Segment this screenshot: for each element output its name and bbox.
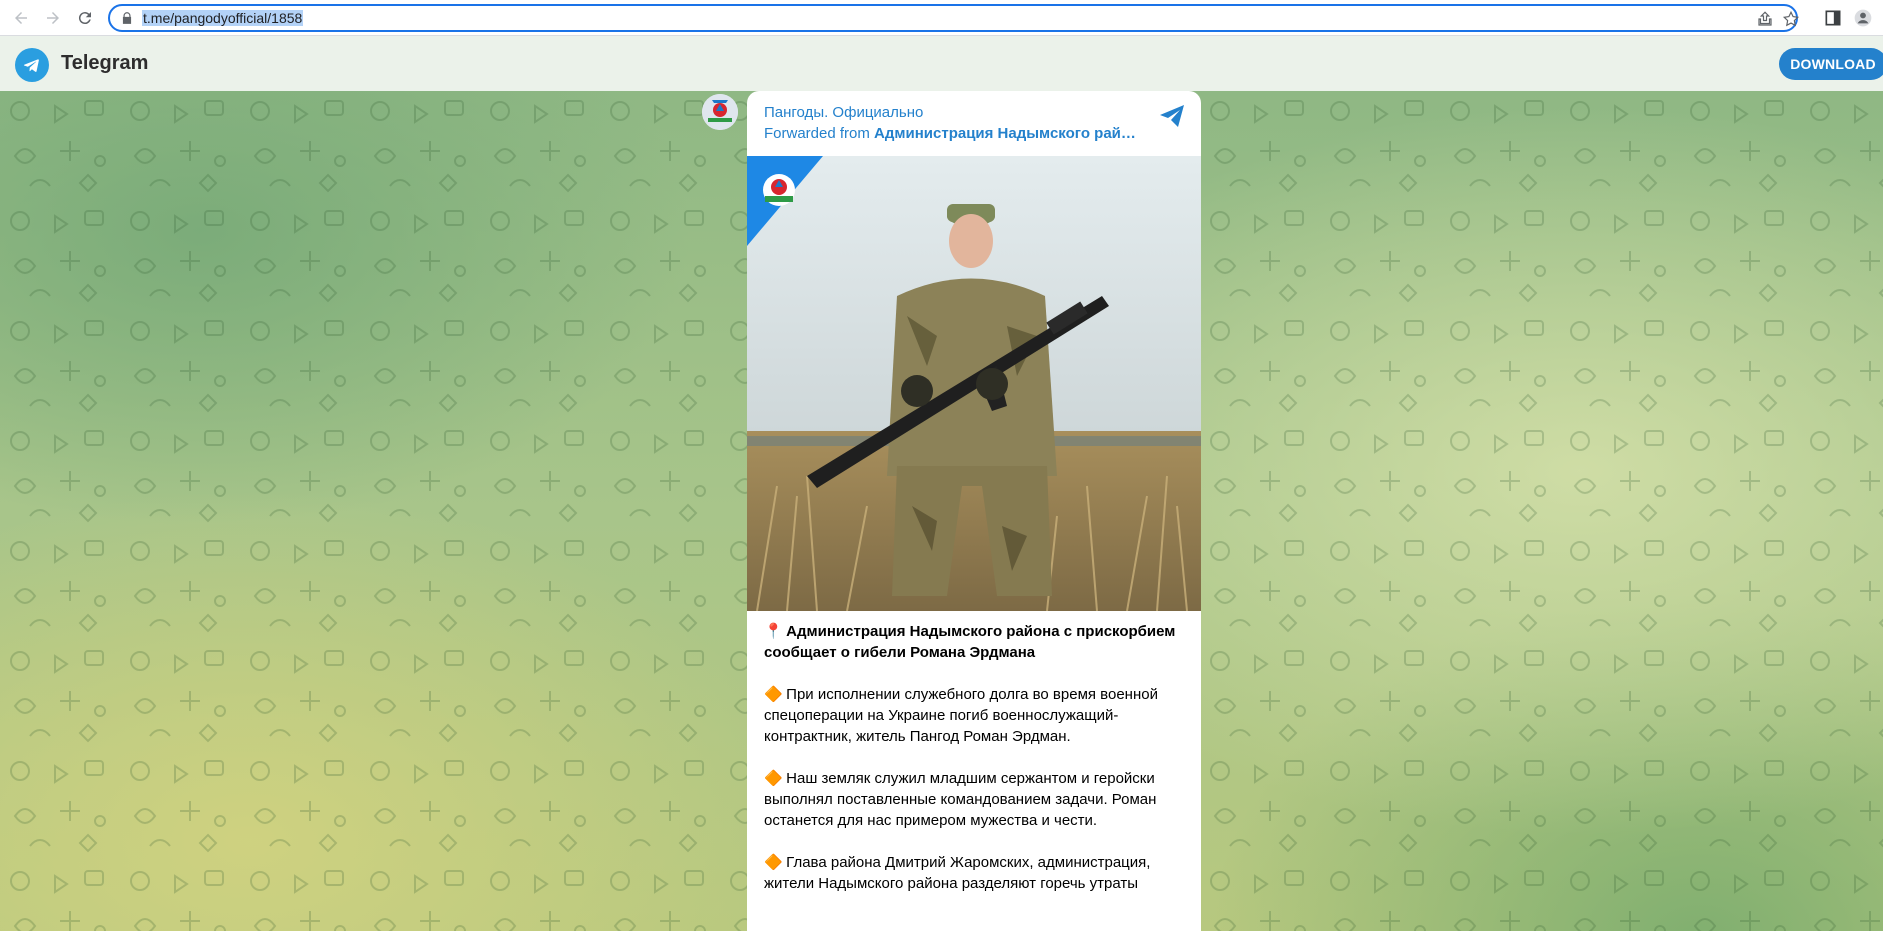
post-text: 📍 Администрация Надымского района с прис… (764, 621, 1189, 915)
soldier-photo-image (747, 156, 1201, 611)
post-paragraph: 🔶 При исполнении служебного долга во вре… (764, 684, 1189, 747)
post-paragraph: 🔶 Наш земляк служил младшим сержантом и … (764, 768, 1189, 831)
channel-avatar[interactable] (702, 94, 738, 130)
telegram-brand[interactable]: Telegram (61, 52, 148, 75)
paragraph-text: Администрация Надымского района с приско… (764, 623, 1176, 661)
post-header: Пангоды. Официально Forwarded from Админ… (764, 103, 1164, 144)
share-icon[interactable] (1756, 10, 1774, 28)
browser-toolbar: t.me/pangodyofficial/1858 (0, 0, 1883, 36)
post-photo[interactable] (747, 156, 1201, 611)
url-text[interactable]: t.me/pangodyofficial/1858 (142, 10, 304, 26)
forwarded-source-link[interactable]: Администрация Надымского рай… (874, 125, 1136, 142)
diamond-icon: 🔶 (764, 854, 783, 871)
lock-icon[interactable] (120, 11, 134, 25)
address-bar[interactable]: t.me/pangodyofficial/1858 (108, 4, 1800, 32)
telegram-header: Telegram DOWNLOAD (0, 36, 1883, 91)
forwarded-prefix: Forwarded from (764, 125, 875, 142)
forward-arrow-icon[interactable] (41, 6, 65, 30)
diamond-icon: 🔶 (764, 770, 783, 787)
post-paragraph: 🔶 Глава района Дмитрий Жаромских, админи… (764, 852, 1189, 894)
telegram-share-icon[interactable] (1158, 103, 1186, 129)
telegram-logo-icon[interactable] (15, 48, 49, 82)
channel-name-link[interactable]: Пангоды. Официально (764, 103, 1164, 123)
profile-icon[interactable] (1853, 8, 1873, 28)
side-panel-icon[interactable] (1823, 8, 1843, 28)
reload-icon[interactable] (73, 6, 97, 30)
paragraph-text: Глава района Дмитрий Жаромских, админист… (764, 854, 1151, 892)
download-button[interactable]: DOWNLOAD (1779, 48, 1883, 80)
paragraph-text: Наш земляк служил младшим сержантом и ге… (764, 770, 1157, 829)
pin-icon: 📍 (764, 623, 783, 640)
back-arrow-icon[interactable] (9, 6, 33, 30)
star-icon[interactable] (1782, 10, 1800, 28)
diamond-icon: 🔶 (764, 686, 783, 703)
message-post: Пангоды. Официально Forwarded from Админ… (747, 91, 1201, 941)
post-paragraph: 📍 Администрация Надымского района с прис… (764, 621, 1189, 663)
paragraph-text: При исполнении служебного долга во время… (764, 686, 1158, 745)
forwarded-from[interactable]: Forwarded from Администрация Надымского … (764, 123, 1154, 144)
